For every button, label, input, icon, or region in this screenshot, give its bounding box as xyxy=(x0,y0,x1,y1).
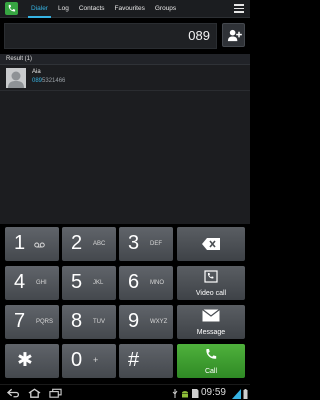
key-digit: 2 xyxy=(71,232,83,254)
sd-card-icon xyxy=(192,389,199,398)
home-icon[interactable] xyxy=(28,388,41,398)
key-digit: 3 xyxy=(128,232,140,254)
action-bar: Dialer Log Contacts Favourites Groups xyxy=(0,0,250,18)
key-digit: 1 xyxy=(14,232,26,254)
key-7[interactable]: 7 PQRS xyxy=(5,305,59,339)
key-digit: # xyxy=(128,349,140,371)
envelope-icon xyxy=(202,309,220,322)
backspace-button[interactable] xyxy=(177,227,245,261)
status-clock: 09:59 xyxy=(200,387,226,398)
avatar xyxy=(6,68,26,88)
key-digit: 4 xyxy=(14,271,26,293)
video-call-button[interactable]: Video call xyxy=(177,266,245,300)
key-letters: PQRS xyxy=(36,319,54,325)
back-icon[interactable] xyxy=(7,388,20,398)
key-letters: ABC xyxy=(93,241,106,247)
keypad: 1 2 ABC 3 DEF 4 GHI 5 JKL 6 MNO Video ca… xyxy=(0,224,250,384)
key-digit: ✱ xyxy=(17,350,33,371)
tab-log[interactable]: Log xyxy=(53,0,74,18)
message-button[interactable]: Message xyxy=(177,305,245,339)
key-1[interactable]: 1 xyxy=(5,227,59,261)
key-6[interactable]: 6 MNO xyxy=(119,266,173,300)
key-9[interactable]: 9 WXYZ xyxy=(119,305,173,339)
dial-number-area: 089 xyxy=(0,18,250,54)
key-letters: GHI xyxy=(36,280,47,286)
backspace-icon xyxy=(202,238,220,250)
key-digit: 5 xyxy=(71,271,83,293)
tab-favourites[interactable]: Favourites xyxy=(110,0,150,18)
message-label: Message xyxy=(196,329,226,336)
tab-dialer[interactable]: Dialer xyxy=(26,0,53,18)
add-person-icon xyxy=(227,29,242,42)
number-rest: 5321466 xyxy=(42,78,66,84)
dialed-number-field[interactable]: 089 xyxy=(4,23,217,49)
key-digit: 8 xyxy=(71,310,83,332)
menu-icon[interactable] xyxy=(234,4,244,13)
person-icon xyxy=(8,71,24,88)
key-digit: 6 xyxy=(128,271,140,293)
key-hash[interactable]: # xyxy=(119,344,173,378)
key-letters: DEF xyxy=(150,241,162,247)
key-3[interactable]: 3 DEF xyxy=(119,227,173,261)
key-4[interactable]: 4 GHI xyxy=(5,266,59,300)
key-0[interactable]: 0 + xyxy=(62,344,116,378)
phone-app-icon xyxy=(5,2,18,15)
call-button[interactable]: Call xyxy=(177,344,245,378)
key-letters: + xyxy=(93,355,99,365)
key-letters: JKL xyxy=(93,280,104,286)
search-results: Result (1) Aia 0895321466 xyxy=(0,54,250,224)
video-call-label: Video call xyxy=(195,290,227,297)
system-bar: 09:59 xyxy=(0,384,250,400)
android-icon xyxy=(182,391,188,398)
key-digit: 7 xyxy=(14,310,26,332)
list-item[interactable]: Aia 0895321466 xyxy=(0,65,250,91)
contact-number: 0895321466 xyxy=(32,78,65,84)
key-5[interactable]: 5 JKL xyxy=(62,266,116,300)
tab-contacts[interactable]: Contacts xyxy=(74,0,110,18)
key-letters: WXYZ xyxy=(150,319,168,325)
key-8[interactable]: 8 TUV xyxy=(62,305,116,339)
recent-apps-icon[interactable] xyxy=(49,388,62,398)
usb-icon xyxy=(172,389,178,398)
wifi-signal-icon xyxy=(232,389,241,399)
result-header: Result (1) xyxy=(0,54,250,65)
key-letters: MNO xyxy=(150,280,164,286)
add-contact-button[interactable] xyxy=(222,23,245,47)
key-digit: 9 xyxy=(128,310,140,332)
key-2[interactable]: 2 ABC xyxy=(62,227,116,261)
tab-bar: Dialer Log Contacts Favourites Groups xyxy=(26,0,181,18)
battery-icon xyxy=(243,389,248,399)
video-call-icon xyxy=(204,270,218,283)
call-label: Call xyxy=(204,368,218,375)
contact-name: Aia xyxy=(32,69,41,75)
voicemail-icon xyxy=(34,242,45,248)
tab-groups[interactable]: Groups xyxy=(150,0,181,18)
key-star[interactable]: ✱ xyxy=(5,344,59,378)
phone-icon xyxy=(206,349,217,359)
key-letters: TUV xyxy=(93,319,105,325)
key-digit: 0 xyxy=(71,349,83,371)
number-match: 089 xyxy=(32,78,43,84)
